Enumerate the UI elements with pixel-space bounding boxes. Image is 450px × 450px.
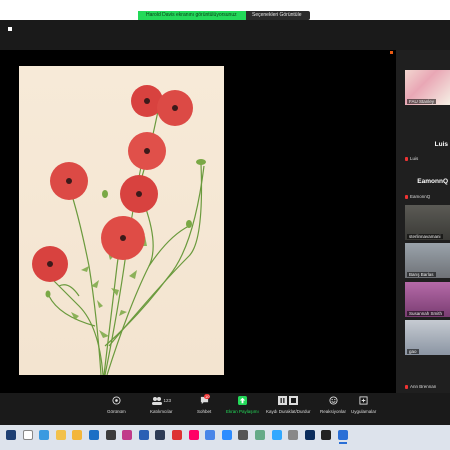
participant-tile[interactable]: gao <box>405 320 450 355</box>
muted-mic-icon <box>405 384 408 389</box>
apps-icon <box>359 396 368 405</box>
chat-button[interactable]: 10 Sohbet <box>197 394 211 414</box>
participant-count: 123 <box>163 398 172 403</box>
photoshop-icon[interactable] <box>304 430 315 440</box>
calculator-icon[interactable] <box>238 430 249 440</box>
edge-icon[interactable] <box>39 430 50 440</box>
pause-stop-icon <box>278 396 299 405</box>
apps-button[interactable]: Uygulamalar <box>351 396 376 414</box>
poppy-flowers <box>32 85 193 282</box>
meeting-toolbar: Görünüm 123 Katılımcılar 10 Sohbet Ekran… <box>0 393 450 425</box>
participant-tile[interactable]: FAU Stanley <box>405 70 450 105</box>
share-indicator-dot <box>390 51 393 54</box>
terminal-icon[interactable] <box>321 430 332 440</box>
reactions-button[interactable]: Reaksiyonlar <box>320 396 346 414</box>
participant-gallery: FAU Stanley Luis Luis EamonnQ EamonnQ st… <box>396 50 450 393</box>
gallery-icon[interactable] <box>255 430 265 440</box>
flickr-icon[interactable] <box>188 430 199 440</box>
participant-name: gao <box>407 349 419 354</box>
word-icon[interactable] <box>138 430 149 440</box>
meeting-top-bar <box>0 20 450 48</box>
screen-share-banner: Harold Davis ekranını görüntülüyorsunuz … <box>138 11 310 20</box>
mail-icon[interactable] <box>89 430 99 440</box>
acrobat-icon[interactable] <box>172 430 182 440</box>
muted-mic-icon <box>405 194 408 199</box>
photos-icon[interactable] <box>122 430 133 440</box>
search-icon[interactable] <box>22 430 33 440</box>
zoom-taskbar-icon[interactable] <box>221 430 232 440</box>
view-button[interactable]: Görünüm <box>107 396 126 414</box>
participant-name: Susannah Smith <box>407 311 445 316</box>
lightroom-icon[interactable] <box>155 430 166 440</box>
settings-icon[interactable] <box>288 430 299 440</box>
window-menu-icon[interactable] <box>8 27 12 31</box>
poppy-illustration <box>32 85 206 375</box>
participant-name: FAU Stanley <box>407 99 437 104</box>
chrome-icon[interactable] <box>55 430 66 440</box>
start-icon[interactable] <box>6 430 16 440</box>
muted-mic-icon <box>405 156 408 161</box>
shared-screen-area <box>0 50 396 393</box>
active-app-icon[interactable] <box>338 430 348 444</box>
participants-button[interactable]: 123 Katılımcılar <box>150 396 173 414</box>
shared-poppy-photo <box>19 66 224 375</box>
zoom-meeting-window: FAU Stanley Luis Luis EamonnQ EamonnQ st… <box>0 20 450 425</box>
reactions-icon <box>328 396 338 405</box>
store-icon[interactable] <box>105 430 116 440</box>
chat-unread-badge: 10 <box>204 394 211 399</box>
browser-icon[interactable] <box>205 430 216 440</box>
record-button[interactable]: Kaydı Duraklat/Durdur <box>266 396 311 414</box>
participant-name: sterlinnavamani <box>407 234 443 239</box>
participant-tile[interactable]: Susannah Smith <box>405 282 450 317</box>
participant-tile[interactable]: Barış Barlas <box>405 243 450 278</box>
participant-label: Ann Brennan <box>405 384 436 389</box>
share-status-text: Harold Davis ekranını görüntülüyorsunuz <box>138 11 246 20</box>
bridge-icon[interactable] <box>271 430 282 440</box>
view-options-button[interactable]: Seçenekleri Görüntüle <box>246 11 310 20</box>
participant-tile[interactable]: sterlinnavamani <box>405 205 450 240</box>
participant-label: Luis <box>405 156 418 161</box>
participant-name: Barış Barlas <box>407 272 436 277</box>
participant-label: EamonnQ <box>405 194 430 199</box>
view-icon <box>112 396 121 405</box>
windows-taskbar <box>0 425 450 450</box>
folder-icon[interactable] <box>72 430 83 440</box>
share-screen-icon <box>237 396 247 405</box>
participants-icon <box>151 397 162 405</box>
share-screen-button[interactable]: Ekran Paylaşımı <box>226 396 259 414</box>
